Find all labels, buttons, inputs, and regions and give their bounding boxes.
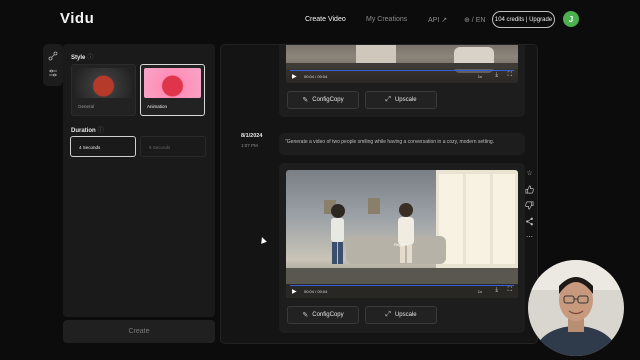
speed-selector[interactable]: 1x <box>478 74 482 79</box>
config-copy-button[interactable]: ✎ ConfigCopy <box>287 306 359 324</box>
sliders-icon[interactable] <box>48 68 58 78</box>
node-icon[interactable] <box>48 51 58 61</box>
config-copy-label: ConfigCopy <box>312 312 344 318</box>
style-option-general[interactable]: General <box>71 64 136 116</box>
upscale-button[interactable]: ⤢ Upscale <box>365 91 437 109</box>
style-option-label: General <box>78 104 95 109</box>
language-switch[interactable]: ⊕ / EN <box>464 16 485 24</box>
creations-feed: ▶ 00:04 / 00:04 1x ⤓ ⛶ ✎ ConfigCopy ⤢ Upsc… <box>220 44 538 344</box>
player-time: 00:04 / 00:04 <box>304 289 328 294</box>
app-logo[interactable]: Vidu <box>60 10 94 27</box>
style-option-label: Animation <box>147 104 168 109</box>
fullscreen-icon[interactable]: ⛶ <box>508 72 512 79</box>
video-card: Replies ▶ 00:04 / 00:04 1x ⤓ ⛶ ✎ ConfigCo… <box>279 163 525 333</box>
more-icon[interactable]: ⋯ <box>525 233 534 242</box>
config-copy-label: ConfigCopy <box>312 97 344 103</box>
thumbs-up-icon[interactable] <box>525 185 534 194</box>
prompt-text: "Generate a video of two people smiling … <box>285 139 495 145</box>
thumbs-down-icon[interactable] <box>525 201 534 210</box>
star-icon[interactable]: ☆ <box>525 169 534 178</box>
upscale-button[interactable]: ⤢ Upscale <box>365 306 437 324</box>
config-copy-button[interactable]: ✎ ConfigCopy <box>287 91 359 109</box>
upscale-label: Upscale <box>394 97 417 103</box>
fullscreen-icon[interactable]: ⛶ <box>508 287 512 294</box>
nav-my-creations[interactable]: My Creations <box>366 16 407 23</box>
upscale-label: Upscale <box>394 312 417 318</box>
webcam-overlay <box>528 260 624 356</box>
download-icon[interactable]: ⤓ <box>495 72 498 79</box>
general-thumbnail <box>75 68 132 98</box>
duration-4s-button[interactable]: 4 Seconds <box>70 136 136 157</box>
info-icon: ⓘ <box>87 55 94 61</box>
video-card: ▶ 00:04 / 00:04 1x ⤓ ⛶ ✎ ConfigCopy ⤢ Upsc… <box>279 45 525 117</box>
speed-selector[interactable]: 1x <box>478 289 482 294</box>
creation-date: 8/1/2024 <box>241 133 263 139</box>
credits-upgrade-button[interactable]: 104 credits | Upgrade <box>492 11 555 28</box>
duration-8s-button[interactable]: 8 Seconds <box>140 136 206 157</box>
video-frame <box>286 170 518 298</box>
progress-bar[interactable] <box>290 285 514 286</box>
create-button[interactable]: Create <box>63 320 215 343</box>
pencil-icon: ✎ <box>302 97 309 104</box>
presenter-image <box>528 260 624 356</box>
tool-rail <box>43 44 63 86</box>
avatar[interactable]: J <box>563 11 579 27</box>
duration-label: Duration ⓘ <box>71 128 104 134</box>
info-icon: ⓘ <box>97 128 104 134</box>
settings-panel: Style ⓘ General Animation Duration ⓘ 4 Sec… <box>63 44 215 317</box>
style-label: Style ⓘ <box>71 55 94 61</box>
player-time: 00:04 / 00:04 <box>304 74 328 79</box>
video-player[interactable]: ▶ 00:04 / 00:04 1x ⤓ ⛶ <box>286 45 518 83</box>
animation-thumbnail <box>144 68 201 98</box>
play-icon[interactable]: ▶ <box>292 288 297 295</box>
pencil-icon: ✎ <box>302 312 309 319</box>
video-player[interactable]: Replies ▶ 00:04 / 00:04 1x ⤓ ⛶ <box>286 170 518 298</box>
play-icon[interactable]: ▶ <box>292 73 297 80</box>
creation-time: 1:07 PM <box>241 143 258 148</box>
expand-icon: ⤢ <box>385 311 391 318</box>
nav-create-video[interactable]: Create Video <box>305 16 346 23</box>
player-controls: ▶ 00:04 / 00:04 1x ⤓ ⛶ <box>286 69 518 83</box>
player-controls: ▶ 00:04 / 00:04 1x ⤓ ⛶ <box>286 284 518 298</box>
video-caption: Replies <box>394 242 408 247</box>
style-option-animation[interactable]: Animation <box>140 64 205 116</box>
nav-api[interactable]: API ↗ <box>428 16 447 24</box>
share-icon[interactable] <box>525 217 534 226</box>
top-bar: Vidu Create Video My Creations API ↗ ⊕ /… <box>0 0 640 40</box>
expand-icon: ⤢ <box>385 96 391 103</box>
video-actions-rail: ☆ ⋯ <box>521 167 537 245</box>
download-icon[interactable]: ⤓ <box>495 287 498 294</box>
progress-bar[interactable] <box>290 70 514 71</box>
